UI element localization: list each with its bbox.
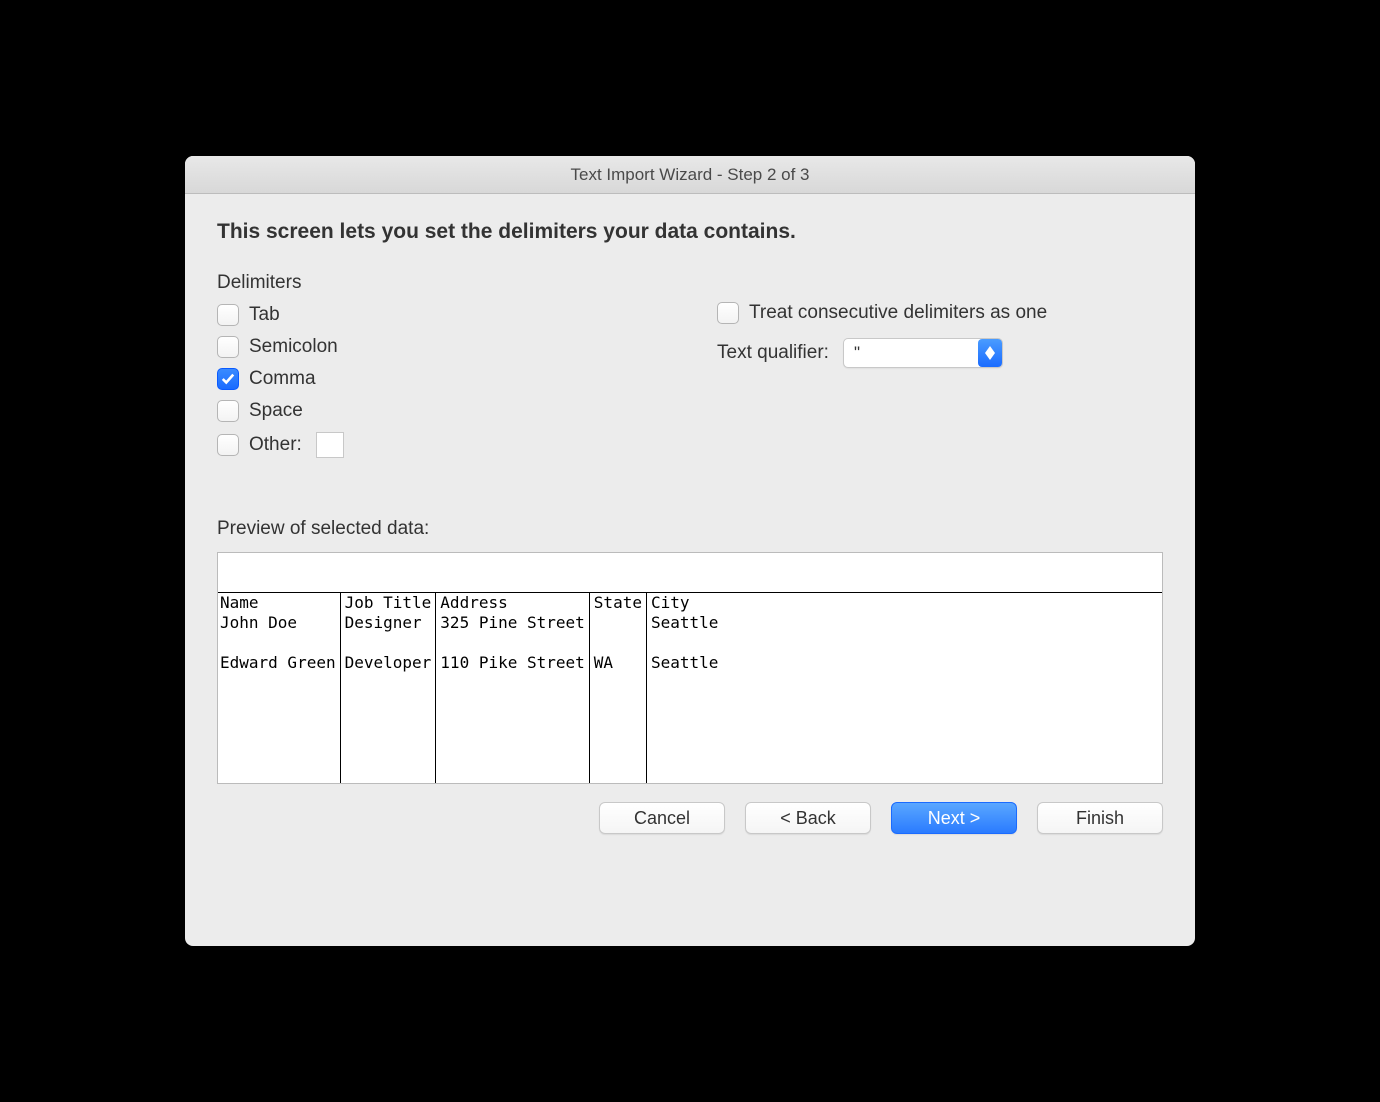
- qualifier-label: Text qualifier:: [717, 342, 829, 364]
- preview-table[interactable]: NameJohn DoeEdward GreenJob TitleDesigne…: [218, 593, 1162, 783]
- cancel-button[interactable]: Cancel: [599, 802, 725, 834]
- semicolon-label: Semicolon: [249, 336, 338, 358]
- tab-label: Tab: [249, 304, 280, 326]
- back-button[interactable]: < Back: [745, 802, 871, 834]
- preview-column: CitySeattleSeattle: [647, 593, 1162, 783]
- checkbox-row-comma: Comma: [217, 368, 677, 390]
- preview-cell: Name: [220, 593, 336, 613]
- dialog-content: This screen lets you set the delimiters …: [185, 194, 1195, 946]
- consecutive-label: Treat consecutive delimiters as one: [749, 302, 1047, 324]
- checkbox-row-semicolon: Semicolon: [217, 336, 677, 358]
- preview-cell: [440, 633, 585, 653]
- preview-cell: Address: [440, 593, 585, 613]
- preview-cell: Seattle: [651, 613, 1158, 633]
- next-button[interactable]: Next >: [891, 802, 1017, 834]
- text-qualifier-row: Text qualifier: ": [717, 338, 1163, 368]
- checkbox-row-other: Other:: [217, 432, 677, 458]
- semicolon-checkbox[interactable]: [217, 336, 239, 358]
- text-qualifier-select[interactable]: ": [843, 338, 1003, 368]
- select-stepper-icon: [978, 339, 1002, 367]
- dialog-window: Text Import Wizard - Step 2 of 3 This sc…: [185, 156, 1195, 946]
- delimiters-column: Delimiters Tab Semicolon: [217, 272, 677, 468]
- preview-cell: [594, 613, 642, 633]
- tab-checkbox[interactable]: [217, 304, 239, 326]
- right-options-column: Treat consecutive delimiters as one Text…: [717, 272, 1163, 468]
- preview-header-blank: [218, 553, 1162, 593]
- space-checkbox[interactable]: [217, 400, 239, 422]
- preview-cell: City: [651, 593, 1158, 613]
- preview-cell: Seattle: [651, 653, 1158, 673]
- space-label: Space: [249, 400, 303, 422]
- preview-cell: Designer: [345, 613, 432, 633]
- preview-cell: Edward Green: [220, 653, 336, 673]
- check-icon: [221, 372, 235, 386]
- preview-cell: [594, 633, 642, 653]
- comma-checkbox[interactable]: [217, 368, 239, 390]
- preview-cell: [651, 633, 1158, 653]
- preview-column: NameJohn Doe Edward Green: [218, 593, 341, 783]
- consecutive-checkbox[interactable]: [717, 302, 739, 324]
- preview-box: NameJohn DoeEdward GreenJob TitleDesigne…: [217, 552, 1163, 784]
- preview-cell: Developer: [345, 653, 432, 673]
- checkbox-row-space: Space: [217, 400, 677, 422]
- preview-column: Job TitleDesigner Developer: [341, 593, 437, 783]
- window-titlebar: Text Import Wizard - Step 2 of 3: [185, 156, 1195, 194]
- other-checkbox[interactable]: [217, 434, 239, 456]
- checkbox-row-tab: Tab: [217, 304, 677, 326]
- checkbox-row-consecutive: Treat consecutive delimiters as one: [717, 302, 1163, 324]
- qualifier-value: ": [844, 343, 978, 363]
- preview-cell: State: [594, 593, 642, 613]
- preview-cell: John Doe: [220, 613, 336, 633]
- delimiters-label: Delimiters: [217, 272, 677, 294]
- options-row: Delimiters Tab Semicolon: [217, 272, 1163, 468]
- preview-cell: [345, 633, 432, 653]
- preview-cell: [220, 633, 336, 653]
- preview-cell: 325 Pine Street: [440, 613, 585, 633]
- preview-column: Address325 Pine Street 110 Pike Street: [436, 593, 590, 783]
- preview-label: Preview of selected data:: [217, 518, 1163, 540]
- preview-cell: 110 Pike Street: [440, 653, 585, 673]
- comma-label: Comma: [249, 368, 316, 390]
- window-title: Text Import Wizard - Step 2 of 3: [570, 165, 809, 185]
- button-row: Cancel < Back Next > Finish: [217, 802, 1163, 834]
- other-delimiter-input[interactable]: [316, 432, 344, 458]
- preview-cell: WA: [594, 653, 642, 673]
- finish-button[interactable]: Finish: [1037, 802, 1163, 834]
- preview-column: State WA: [590, 593, 647, 783]
- preview-cell: Job Title: [345, 593, 432, 613]
- other-label: Other:: [249, 434, 302, 456]
- instruction-text: This screen lets you set the delimiters …: [217, 220, 1163, 244]
